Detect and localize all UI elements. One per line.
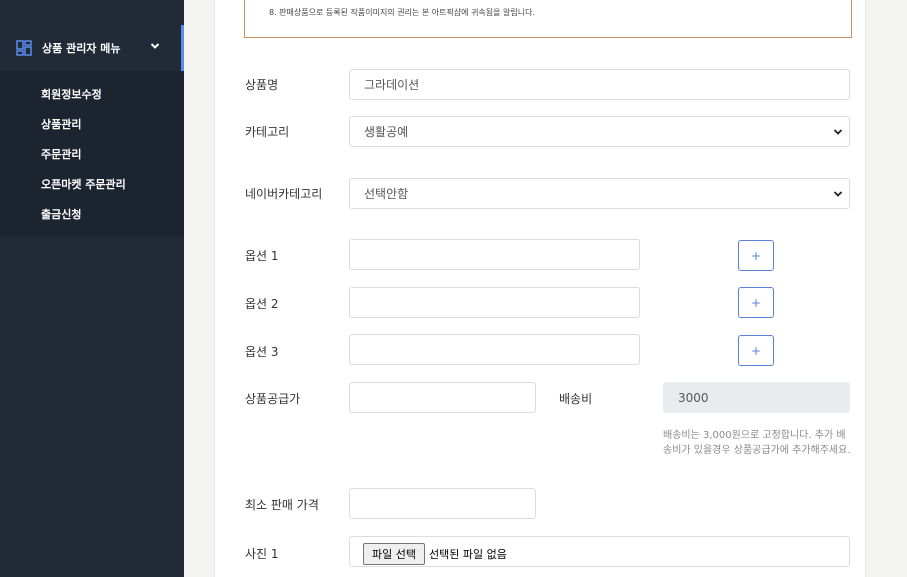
category-label: 카테고리	[245, 125, 290, 139]
add-option-1-button[interactable]: +	[738, 240, 774, 271]
notice-text: 8. 판매상품으로 등록된 작품이미지의 권리는 본 아트픽샵에 귀속됨을 알립…	[269, 8, 536, 17]
naver-category-value: 선택안함	[364, 187, 409, 201]
product-name-input[interactable]: 그라데이션	[349, 69, 850, 100]
product-admin-menu-toggle[interactable]: 상품 관리자 메뉴	[0, 25, 184, 71]
option-3-input[interactable]	[349, 334, 640, 365]
notice-box: 8. 판매상품으로 등록된 작품이미지의 권리는 본 아트픽샵에 귀속됨을 알립…	[244, 0, 852, 38]
sidebar-item-openmarket-orders[interactable]: 오픈마켓 주문관리	[41, 176, 126, 192]
supply-price-input[interactable]	[349, 382, 536, 413]
add-option-3-button[interactable]: +	[738, 335, 774, 366]
shipping-fee-input: 3000	[663, 382, 850, 413]
sidebar-item-withdrawal[interactable]: 출금신청	[41, 206, 81, 222]
sidebar-item-orders[interactable]: 주문관리	[41, 146, 81, 162]
product-name-label: 상품명	[245, 78, 279, 92]
menu-title: 상품 관리자 메뉴	[42, 42, 121, 55]
option-2-input[interactable]	[349, 287, 640, 318]
category-value: 생활공예	[364, 125, 409, 139]
option-3-label: 옵션 3	[245, 345, 279, 359]
dashboard-grid-icon	[16, 40, 32, 56]
option-1-label: 옵션 1	[245, 249, 279, 263]
file-status-text: 선택된 파일 없음	[429, 548, 507, 561]
shipping-fee-value: 3000	[678, 390, 709, 405]
naver-category-select[interactable]: 선택안함	[349, 178, 850, 209]
chevron-down-icon	[150, 43, 160, 49]
sidebar-item-products[interactable]: 상품관리	[41, 116, 81, 132]
shipping-help-text: 배송비는 3,000원으로 고정합니다. 추가 배송비가 있을경우 상품공급가에…	[663, 430, 851, 456]
add-option-2-button[interactable]: +	[738, 287, 774, 318]
min-price-input[interactable]	[349, 488, 536, 519]
photo-1-label: 사진 1	[245, 547, 279, 561]
min-price-label: 최소 판매 가격	[245, 498, 319, 512]
chevron-down-icon	[833, 129, 843, 135]
chevron-down-icon	[833, 191, 843, 197]
category-select[interactable]: 생활공예	[349, 116, 850, 147]
option-2-label: 옵션 2	[245, 297, 279, 311]
supply-price-label: 상품공급가	[245, 392, 301, 406]
product-name-value: 그라데이션	[364, 78, 420, 92]
shipping-label: 배송비	[559, 392, 593, 406]
sidebar-item-member-info[interactable]: 회원정보수정	[41, 86, 102, 102]
sidebar: 상품 관리자 메뉴 회원정보수정 상품관리 주문관리 오픈마켓 주문관리 출금신…	[0, 0, 184, 577]
option-1-input[interactable]	[349, 239, 640, 270]
choose-file-button[interactable]: 파일 선택	[363, 543, 425, 565]
submenu: 회원정보수정 상품관리 주문관리 오픈마켓 주문관리 출금신청	[0, 71, 184, 237]
naver-category-label: 네이버카테고리	[245, 187, 323, 201]
